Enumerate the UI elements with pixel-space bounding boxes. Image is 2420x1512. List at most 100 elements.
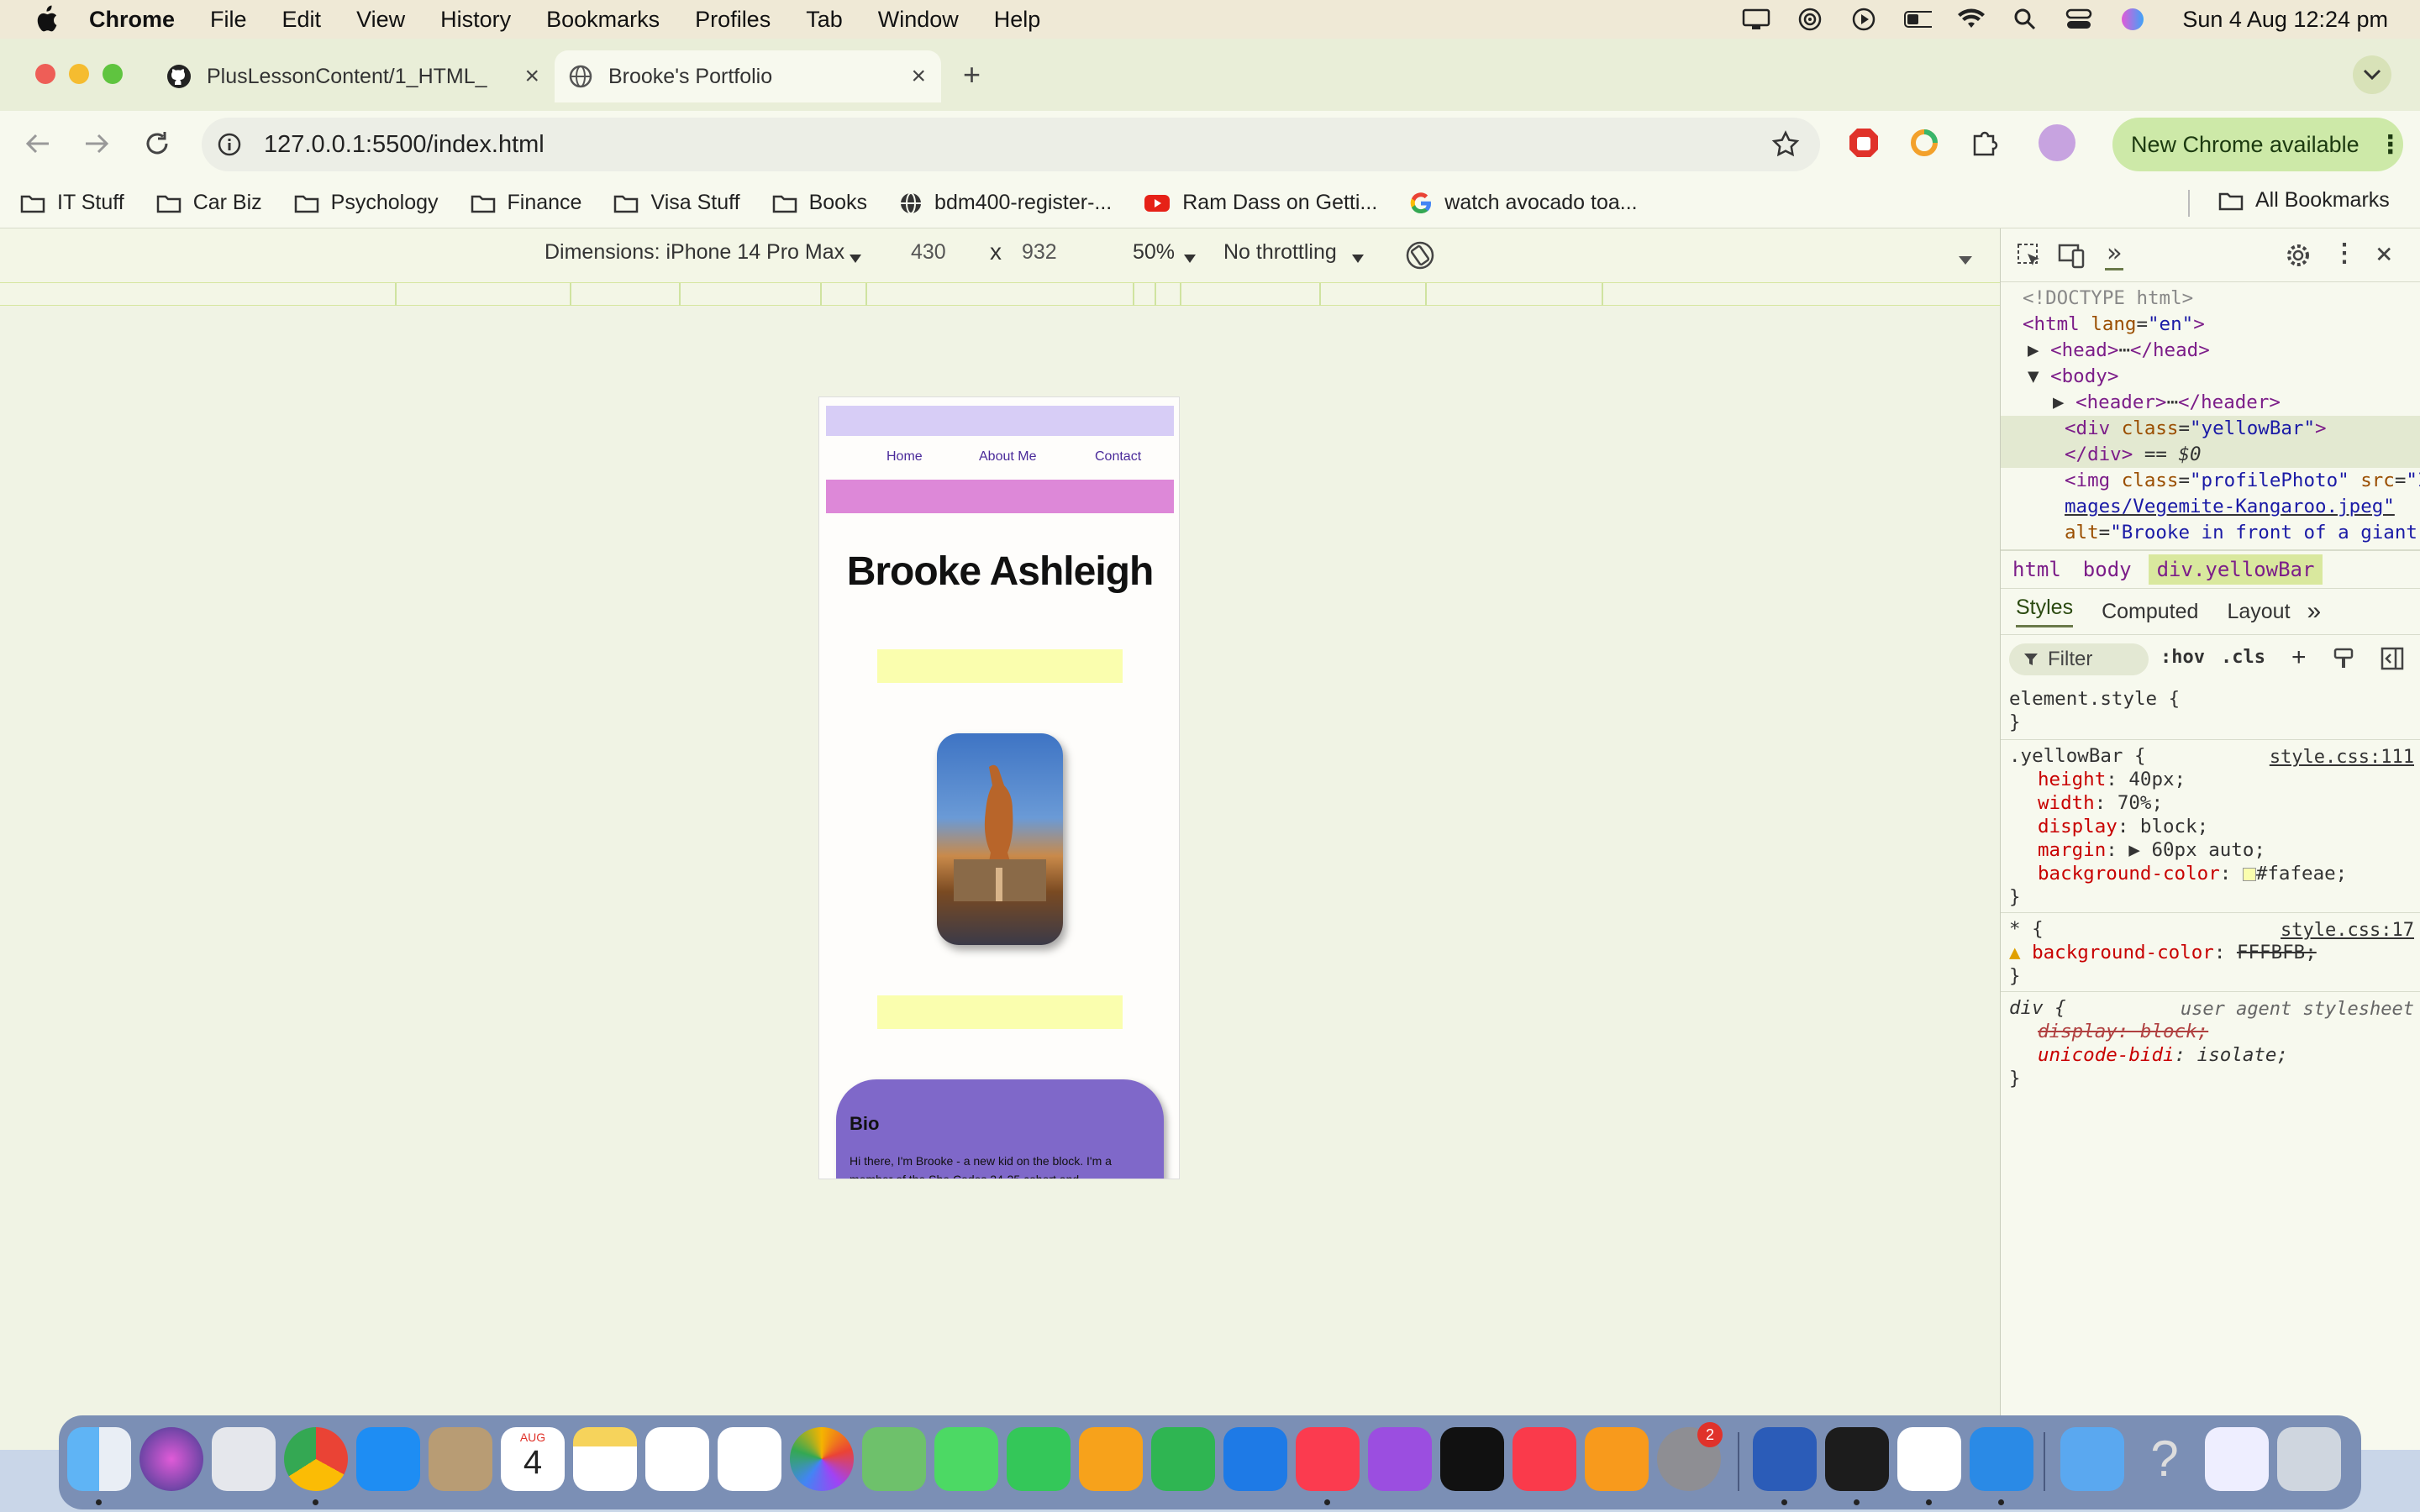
all-bookmarks[interactable]: All Bookmarks [2218, 188, 2390, 213]
dom-html[interactable]: <html lang="en"> [2023, 312, 2205, 338]
nav-about-link[interactable]: About Me [979, 449, 1036, 465]
rotate-icon[interactable] [1403, 239, 1437, 278]
site-info-icon[interactable] [217, 132, 242, 157]
bookmark-car-biz[interactable]: Car Biz [156, 191, 262, 215]
bookmark-psychology[interactable]: Psychology [294, 191, 439, 215]
tab-styles[interactable]: Styles [2016, 596, 2074, 627]
photos-icon[interactable] [790, 1427, 854, 1491]
nav-contact-link[interactable]: Contact [1095, 449, 1141, 465]
bookmark-bdm400[interactable]: bdm400-register-... [899, 191, 1112, 215]
podcasts-icon[interactable] [1368, 1427, 1432, 1491]
throttling-select[interactable]: No throttling [1223, 240, 1337, 265]
apple-tv-icon[interactable] [1440, 1427, 1504, 1491]
settings-gear-icon[interactable] [2285, 242, 2312, 274]
slack-icon[interactable] [1897, 1427, 1961, 1491]
app-store-icon[interactable] [356, 1427, 420, 1491]
css-prop-overridden-display[interactable]: display: block; [2038, 1020, 2208, 1043]
close-window-button[interactable] [35, 64, 55, 84]
spotlight-search-icon[interactable] [2011, 8, 2039, 31]
menu-help[interactable]: Help [994, 7, 1041, 33]
finder-icon[interactable] [67, 1427, 131, 1491]
menubar-clock[interactable]: Sun 4 Aug 12:24 pm [2182, 7, 2388, 33]
sidebar-toggle-icon[interactable] [2381, 647, 2404, 676]
reminders-icon[interactable] [718, 1427, 781, 1491]
dom-img-alt[interactable]: alt="Brooke in front of a giant [2065, 520, 2417, 546]
breadcrumb-html[interactable]: html [2012, 558, 2061, 581]
menu-file[interactable]: File [210, 7, 247, 33]
menu-tab[interactable]: Tab [806, 7, 843, 33]
close-tab-icon[interactable]: × [911, 62, 926, 91]
new-chrome-available-button[interactable]: New Chrome available ⋮ [2112, 118, 2403, 171]
more-panels-chevron-icon[interactable]: » [2105, 239, 2124, 270]
css-prop-width[interactable]: width: 70%; [2038, 791, 2163, 815]
numbers-icon[interactable] [1151, 1427, 1215, 1491]
calendar-icon[interactable]: AUG 4 [501, 1427, 565, 1491]
pages-icon[interactable] [1079, 1427, 1143, 1491]
menu-history[interactable]: History [440, 7, 511, 33]
folder-stack-icon[interactable] [2060, 1427, 2124, 1491]
device-width-input[interactable]: 430 [911, 240, 946, 265]
minimize-window-button[interactable] [69, 64, 89, 84]
cls-toggle[interactable]: .cls [2221, 647, 2265, 668]
menu-view[interactable]: View [356, 7, 405, 33]
dom-img-profile[interactable]: <img class="profilePhoto" src="I [2065, 468, 2420, 494]
terminal-icon[interactable] [1825, 1427, 1889, 1491]
bookmark-books[interactable]: Books [772, 191, 867, 215]
menu-app-name[interactable]: Chrome [89, 7, 175, 33]
devtools-menu-icon[interactable]: ⋮ [2332, 239, 2357, 268]
menu-edit[interactable]: Edit [282, 7, 322, 33]
hov-toggle[interactable]: :hov [2160, 647, 2205, 668]
books-icon[interactable] [1585, 1427, 1649, 1491]
tab-portfolio[interactable]: Brooke's Portfolio × [555, 50, 941, 102]
device-toggle-icon[interactable] [2058, 242, 2086, 274]
css-prop-height[interactable]: height: 40px; [2038, 768, 2186, 791]
bookmark-finance[interactable]: Finance [471, 191, 581, 215]
new-rule-plus-icon[interactable]: + [2291, 643, 2307, 672]
inspect-element-icon[interactable] [2016, 242, 2043, 274]
reload-icon[interactable] [143, 129, 171, 162]
rule-div-selector[interactable]: div { [2009, 996, 2066, 1020]
more-options-caret-icon[interactable] [1958, 247, 1973, 271]
tab-layout[interactable]: Layout [2227, 600, 2290, 624]
notes-icon[interactable] [573, 1427, 637, 1491]
forward-arrow-icon[interactable] [82, 129, 111, 162]
airdrop-icon[interactable] [1796, 8, 1824, 31]
wifi-icon[interactable] [1957, 8, 1986, 31]
extensions-puzzle-icon[interactable] [1968, 126, 2002, 164]
dom-img-src[interactable]: mages/Vegemite-Kangaroo.jpeg" [2065, 494, 2395, 520]
rule-yellowbar-selector[interactable]: .yellowBar { [2009, 744, 2146, 768]
css-prop-background[interactable]: background-color: #fafeae; [2038, 862, 2347, 885]
document-stack-icon[interactable] [2205, 1427, 2269, 1491]
zoom-select[interactable]: 50% [1133, 240, 1175, 265]
trash-icon[interactable] [2277, 1427, 2341, 1491]
adblock-extension-icon[interactable] [1847, 126, 1881, 164]
breadcrumb-selected[interactable]: div.yellowBar [2148, 554, 2323, 585]
tab-search-button[interactable] [2353, 55, 2391, 94]
help-question-icon[interactable]: ? [2133, 1427, 2196, 1491]
bookmark-avocado[interactable]: watch avocado toa... [1409, 191, 1638, 215]
news-icon[interactable] [1512, 1427, 1576, 1491]
nav-home-link[interactable]: Home [886, 449, 923, 465]
back-arrow-icon[interactable] [24, 129, 52, 162]
display-icon[interactable] [1742, 8, 1770, 31]
maps-icon[interactable] [862, 1427, 926, 1491]
freeform-icon[interactable] [645, 1427, 709, 1491]
close-devtools-icon[interactable]: × [2375, 237, 2392, 270]
contacts-icon[interactable] [429, 1427, 492, 1491]
rule-universal-selector[interactable]: * { [2009, 917, 2044, 941]
css-prop-invalid-background[interactable]: ▲ background-color: FFFBFB; [2009, 941, 2317, 964]
vscode-icon[interactable] [1970, 1427, 2033, 1491]
control-center-icon[interactable] [2065, 8, 2093, 31]
breadcrumb-body[interactable]: body [2083, 558, 2132, 581]
rule-yellowbar-source-link[interactable]: style.css:111 [2270, 746, 2414, 769]
siri-icon[interactable] [2118, 8, 2147, 31]
css-prop-display[interactable]: display: block; [2038, 815, 2208, 838]
music-icon[interactable] [1296, 1427, 1360, 1491]
rule-universal-source-link[interactable]: style.css:17 [2281, 919, 2414, 942]
address-bar[interactable]: 127.0.0.1:5500/index.html [202, 118, 1820, 171]
siri-app-icon[interactable] [139, 1427, 203, 1491]
close-tab-icon[interactable]: × [524, 62, 539, 91]
more-tabs-chevron-icon[interactable]: » [2307, 597, 2322, 626]
dom-selected-close[interactable]: </div> == $0 [2001, 442, 2420, 468]
menu-bookmarks[interactable]: Bookmarks [546, 7, 660, 33]
